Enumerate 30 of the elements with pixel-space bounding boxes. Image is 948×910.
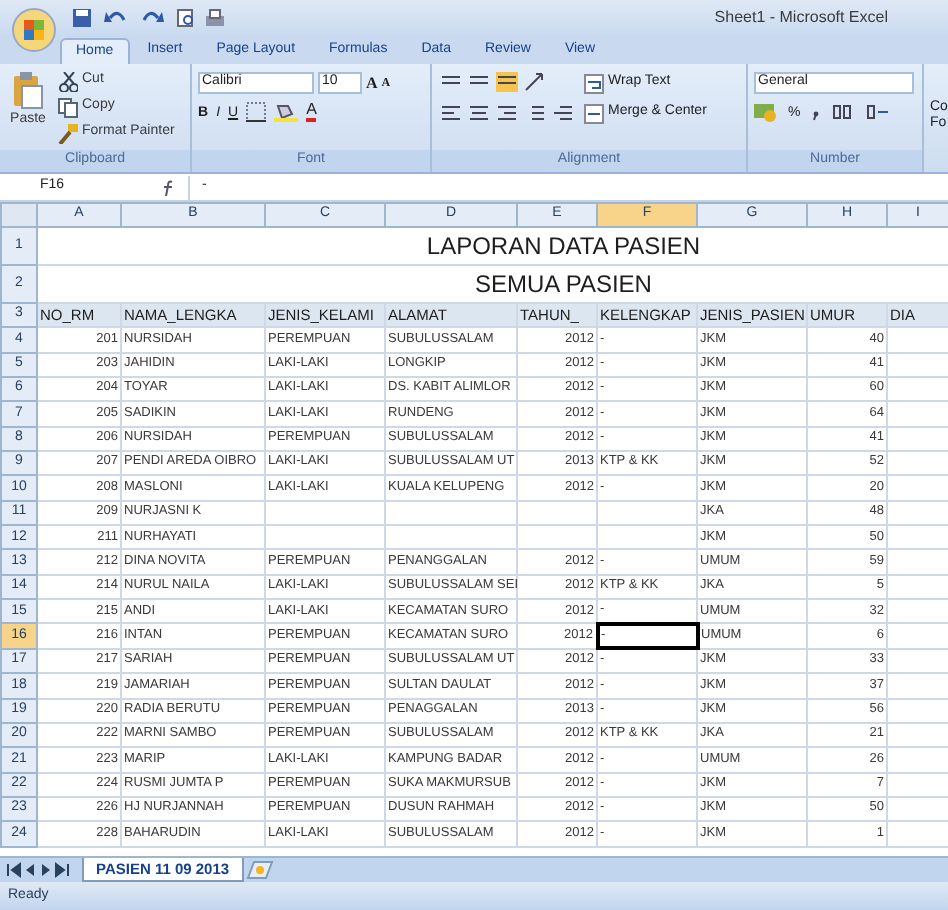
align-left-icon[interactable] [440, 102, 462, 122]
bottom-align-icon[interactable] [496, 72, 518, 92]
align-right-icon[interactable] [496, 102, 518, 122]
sheet-title: LAPORAN DATA PASIEN [424, 232, 701, 260]
scissors-icon [58, 71, 78, 91]
first-sheet-icon[interactable] [6, 862, 22, 878]
increase-decimal-icon[interactable] [832, 102, 857, 122]
window-title: Sheet1 - Microsoft Excel [714, 6, 888, 30]
paintbrush-icon [58, 123, 78, 143]
borders-icon[interactable] [246, 102, 267, 122]
copy-icon [58, 97, 78, 117]
sheet-title: SEMUA PASIEN [473, 270, 652, 298]
merge-cells-icon [584, 103, 604, 123]
orientation-icon[interactable] [524, 72, 548, 92]
wrap-text-icon [584, 73, 604, 93]
decrease-decimal-icon[interactable] [866, 102, 891, 122]
align-center-icon[interactable] [468, 102, 490, 122]
save-icon[interactable] [72, 8, 92, 28]
font-color-button[interactable]: A [306, 102, 317, 122]
clipboard-icon [12, 70, 44, 110]
increase-indent-icon[interactable] [552, 102, 574, 122]
grow-font-button[interactable]: A [366, 75, 378, 91]
undo-icon[interactable] [104, 8, 128, 28]
previous-sheet-icon[interactable] [22, 862, 38, 878]
fill-color-icon[interactable] [274, 102, 299, 122]
last-sheet-icon[interactable] [54, 862, 70, 878]
printer-icon[interactable] [204, 8, 226, 28]
print-preview-icon[interactable] [176, 8, 196, 28]
next-sheet-icon[interactable] [38, 862, 54, 878]
redo-icon[interactable] [140, 8, 164, 28]
